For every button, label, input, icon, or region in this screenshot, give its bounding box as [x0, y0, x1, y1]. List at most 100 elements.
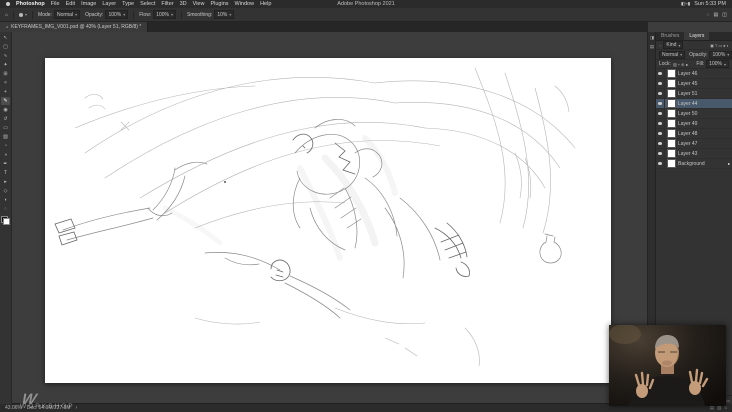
layer-thumbnail[interactable]	[667, 69, 676, 78]
tool-icon[interactable]: ▭	[1, 124, 10, 132]
tool-icon[interactable]: ◔	[1, 142, 10, 150]
tool-icon[interactable]: ✦	[1, 61, 10, 69]
options-icon[interactable]: ◌	[707, 12, 710, 18]
layer-row[interactable]: Layer 48 ∎	[656, 129, 732, 139]
filter-kind-dropdown[interactable]: Kind ▾	[663, 41, 684, 49]
layer-row[interactable]: Layer 51 ∎	[656, 89, 732, 99]
status-icon[interactable]: ▮	[688, 1, 690, 6]
menu-item[interactable]: 3D	[180, 1, 187, 7]
tool-icon[interactable]: ◑	[1, 151, 10, 159]
layer-row[interactable]: Layer 47 ∎	[656, 139, 732, 149]
lock-icon[interactable]: ⊕	[681, 62, 684, 67]
pasteboard[interactable]	[11, 32, 648, 404]
collapsed-panel-icon[interactable]: ◨	[650, 35, 654, 41]
brush-preset-picker[interactable]: ▾	[19, 12, 27, 17]
filter-icon[interactable]: ▣	[710, 43, 714, 48]
panel-tab[interactable]: Brushes	[656, 32, 684, 40]
tool-icon[interactable]: ▨	[1, 133, 10, 141]
lock-icon[interactable]: +	[678, 62, 680, 67]
visibility-toggle[interactable]	[656, 89, 665, 98]
layer-row[interactable]: Layer 46 ∎	[656, 69, 732, 79]
menu-item[interactable]: Plugins	[210, 1, 228, 7]
collapsed-panel-icon[interactable]: ▤	[650, 44, 654, 50]
layer-thumbnail[interactable]	[667, 109, 676, 118]
flow-control[interactable]: Flow: 100% ▾	[139, 10, 177, 19]
tool-icon[interactable]: ↺	[1, 115, 10, 123]
tool-icon[interactable]: ▸	[1, 178, 10, 186]
smoothing-value[interactable]: 10%	[217, 12, 227, 18]
filter-icon[interactable]: ◐	[727, 43, 729, 48]
blend-mode-control[interactable]: Mode: Normal ▾	[38, 10, 81, 19]
layer-row[interactable]: Layer 44 ∎	[656, 99, 732, 109]
menu-item[interactable]: Edit	[66, 1, 75, 7]
tool-icon[interactable]: ⊞	[1, 70, 10, 78]
menu-item[interactable]: File	[51, 1, 60, 7]
tool-icon[interactable]: ∿	[1, 52, 10, 60]
tool-icon[interactable]: ✎	[1, 97, 10, 105]
apple-menu-icon[interactable]	[6, 2, 10, 6]
menu-clock[interactable]: Sun 5:33 PM	[694, 1, 726, 7]
layer-thumbnail[interactable]	[667, 149, 676, 158]
smoothing-control[interactable]: Smoothing: 10% ▾	[187, 10, 235, 19]
menu-item[interactable]: Select	[140, 1, 155, 7]
layer-thumbnail[interactable]	[667, 89, 676, 98]
footer-icon[interactable]: ▭	[726, 398, 730, 403]
tool-icon[interactable]: ✒	[1, 160, 10, 168]
layer-thumbnail[interactable]	[667, 139, 676, 148]
menu-item[interactable]: Filter	[161, 1, 173, 7]
app-menu[interactable]: Photoshop	[16, 1, 45, 7]
layer-thumbnail[interactable]	[667, 99, 676, 108]
layer-thumbnail[interactable]	[667, 79, 676, 88]
options-icon[interactable]: ◫	[722, 12, 727, 18]
tool-icon[interactable]: ◖	[1, 196, 10, 204]
tool-icon[interactable]: ◌	[1, 205, 10, 213]
layer-row[interactable]: Layer 45 ∎	[656, 79, 732, 89]
visibility-toggle[interactable]	[656, 149, 665, 158]
visibility-toggle[interactable]	[656, 109, 665, 118]
layer-row[interactable]: Layer 50 ∎	[656, 109, 732, 119]
visibility-toggle[interactable]	[656, 139, 665, 148]
layer-thumbnail[interactable]	[667, 119, 676, 128]
visibility-toggle[interactable]	[656, 129, 665, 138]
menu-item[interactable]: Type	[122, 1, 134, 7]
menu-item[interactable]: View	[193, 1, 205, 7]
filter-icon[interactable]: ▭	[718, 43, 722, 48]
filter-icon[interactable]: ●	[723, 43, 725, 48]
opacity-value[interactable]: 100%	[108, 12, 121, 18]
layer-thumbnail[interactable]	[667, 159, 676, 168]
layer-row[interactable]: Background ∎	[656, 159, 732, 169]
tool-icon[interactable]: +	[1, 88, 10, 96]
filter-icon[interactable]: T	[715, 43, 717, 48]
menu-item[interactable]: Layer	[102, 1, 116, 7]
canvas[interactable]	[45, 58, 611, 383]
fill-control[interactable]: 100% ▾	[706, 60, 729, 68]
visibility-toggle[interactable]	[656, 119, 665, 128]
panel-tab[interactable]: Layers	[684, 32, 710, 40]
tool-icon[interactable]: ↖	[1, 34, 10, 42]
visibility-toggle[interactable]	[656, 159, 665, 168]
background-color-swatch[interactable]	[3, 218, 10, 225]
status-chevron-icon[interactable]: ›	[76, 405, 78, 411]
home-icon[interactable]: ⌂	[5, 12, 8, 18]
flow-value[interactable]: 100%	[156, 12, 169, 18]
tool-icon[interactable]: ✧	[1, 79, 10, 87]
menu-item[interactable]: Image	[81, 1, 96, 7]
layer-opacity-control[interactable]: 100% ▾	[709, 50, 732, 59]
lock-icon[interactable]: ∎	[685, 62, 688, 67]
layer-thumbnail[interactable]	[667, 129, 676, 138]
document-tab[interactable]: ● KEYFRAMES_IMG_V001.psd @ 43% (Layer 51…	[0, 22, 149, 32]
tool-icon[interactable]: ▢	[1, 43, 10, 51]
tool-icon[interactable]: T	[1, 169, 10, 177]
tool-icon[interactable]: ◇	[1, 187, 10, 195]
search-icon[interactable]: ◌	[659, 43, 661, 48]
opacity-control[interactable]: Opacity: 100% ▾	[85, 10, 129, 19]
visibility-toggle[interactable]	[656, 79, 665, 88]
layer-row[interactable]: Layer 43 ∎	[656, 149, 732, 159]
visibility-toggle[interactable]	[656, 99, 665, 108]
layer-row[interactable]: Layer 49 ∎	[656, 119, 732, 129]
lock-icon[interactable]: ▨	[673, 62, 677, 67]
menu-item[interactable]: Help	[260, 1, 271, 7]
menu-item[interactable]: Window	[235, 1, 255, 7]
blend-mode-dropdown[interactable]: Normal ▾	[659, 50, 686, 59]
options-icon[interactable]: ▤	[714, 12, 719, 18]
